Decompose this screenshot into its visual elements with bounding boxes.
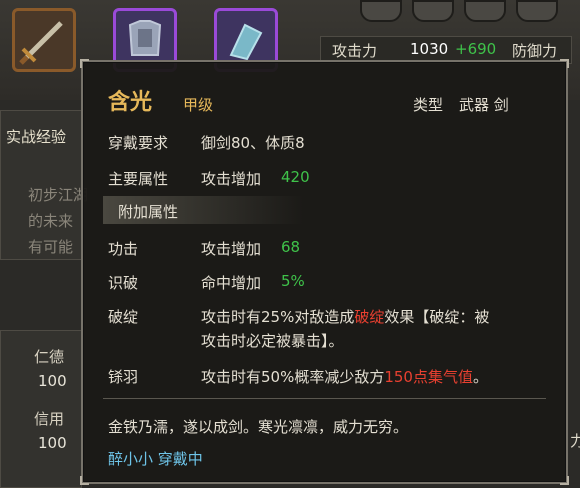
trust-label: 信用 bbox=[34, 410, 65, 428]
attr-pozhan-text-a: 攻击时有25%对敌造成 bbox=[201, 308, 355, 326]
main-attr-label: 主要属性 bbox=[108, 170, 169, 188]
attr-pozhan-line1: 攻击时有25%对敌造成破绽效果【破绽：被 bbox=[201, 306, 489, 327]
trust-value: 100 bbox=[38, 434, 67, 452]
main-attr-value: 攻击增加 bbox=[201, 170, 262, 188]
decoration-knob bbox=[464, 0, 506, 22]
divider bbox=[103, 398, 546, 399]
weapon-slot[interactable] bbox=[12, 8, 76, 72]
attr-pozhan-label: 破绽 bbox=[108, 308, 139, 326]
defense-label: 防御力 bbox=[512, 42, 558, 60]
attack-bonus: +690 bbox=[455, 40, 497, 58]
attack-value: 1030 bbox=[410, 40, 449, 58]
decoration-knob bbox=[412, 0, 454, 22]
attr-pozhan-keyword: 破绽 bbox=[354, 308, 385, 326]
attack-label: 攻击力 bbox=[332, 42, 378, 60]
attr-gongji-number: 68 bbox=[281, 238, 301, 256]
attr-shayu-label: 铩羽 bbox=[108, 368, 139, 386]
desc-line-2: 的未来 bbox=[28, 212, 74, 230]
type-label: 类型 bbox=[413, 96, 444, 114]
attr-shipo-number: 5% bbox=[281, 272, 305, 290]
item-name: 含光 bbox=[108, 90, 153, 115]
attr-shayu-keyword: 150点集气值 bbox=[384, 368, 473, 386]
requirement-value: 御剑80、体质8 bbox=[201, 134, 305, 152]
corner-ornament bbox=[80, 59, 89, 68]
requirement-label: 穿戴要求 bbox=[108, 134, 169, 152]
attr-pozhan-text-b: 效果【破绽：被 bbox=[384, 308, 490, 326]
attr-shipo-value: 命中增加 bbox=[201, 274, 262, 292]
sword-icon bbox=[19, 21, 63, 65]
extra-attr-header: 附加属性 bbox=[118, 203, 179, 221]
exp-label: 实战经验 bbox=[6, 128, 67, 146]
attr-gongji-label: 功击 bbox=[108, 240, 139, 258]
type-value: 武器 剑 bbox=[459, 96, 509, 114]
attr-shayu-value: 攻击时有50%概率减少敌方150点集气值。 bbox=[201, 366, 488, 387]
attr-shayu-text-b: 。 bbox=[472, 368, 488, 386]
corner-ornament bbox=[560, 59, 569, 68]
attr-shipo-label: 识破 bbox=[108, 274, 139, 292]
main-attr-number: 420 bbox=[281, 168, 310, 186]
flavor-text: 金铁乃濡，遂以成剑。寒光凛凛，威力无穷。 bbox=[108, 418, 409, 436]
item-tooltip: 含光 甲级 类型 武器 剑 穿戴要求 御剑80、体质8 主要属性 攻击增加 42… bbox=[80, 59, 569, 485]
desc-line-1: 初步江湖 bbox=[28, 186, 89, 204]
virtue-label: 仁德 bbox=[34, 348, 65, 366]
attr-pozhan-line2: 攻击时必定被暴击】。 bbox=[201, 332, 344, 350]
decoration-knob bbox=[516, 0, 558, 22]
corner-ornament bbox=[560, 476, 569, 485]
owner-status: 醉小小 穿戴中 bbox=[108, 450, 203, 468]
attr-gongji-value: 攻击增加 bbox=[201, 240, 262, 258]
right-edge-text: 力 bbox=[570, 432, 580, 450]
decoration-knob bbox=[360, 0, 402, 22]
desc-line-3: 有可能 bbox=[28, 238, 74, 256]
attr-shayu-text-a: 攻击时有50%概率减少敌方 bbox=[201, 368, 385, 386]
corner-ornament bbox=[80, 476, 89, 485]
item-grade: 甲级 bbox=[183, 96, 214, 114]
virtue-value: 100 bbox=[38, 372, 67, 390]
